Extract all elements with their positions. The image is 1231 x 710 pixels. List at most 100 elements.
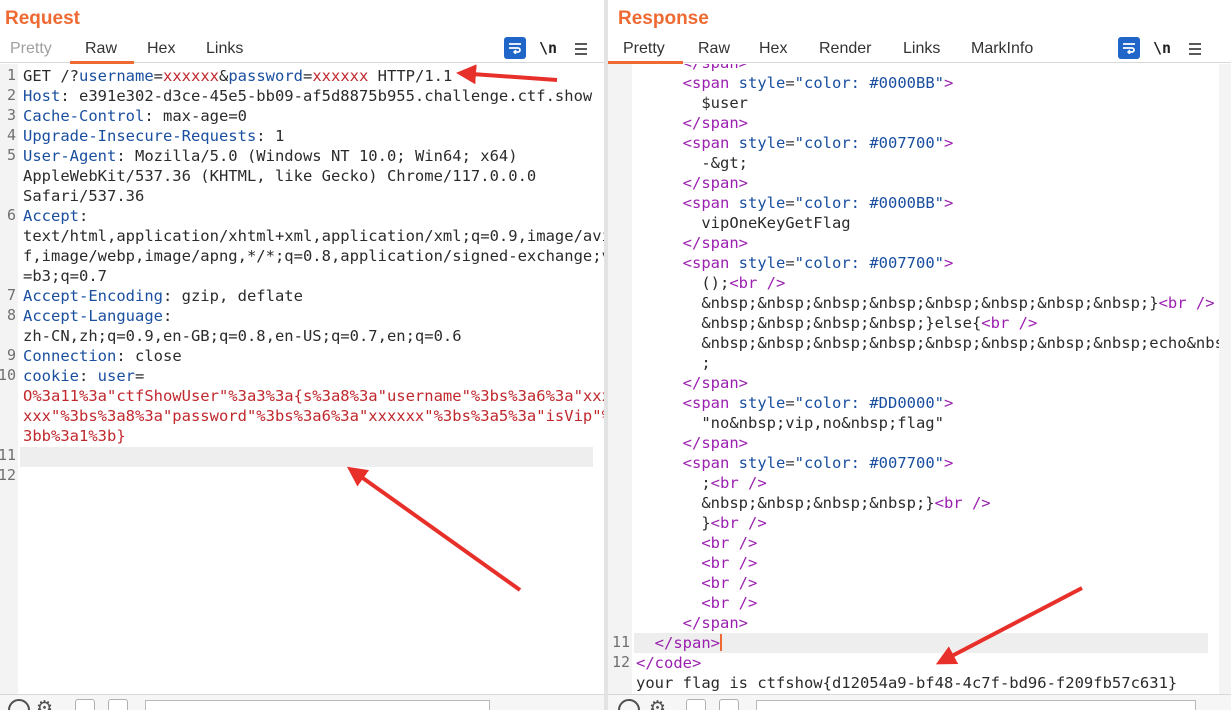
tab-links[interactable]: Links <box>206 40 243 58</box>
code-line: 3bb%3a1%3b} <box>23 426 604 446</box>
code-token: user <box>97 367 135 385</box>
code-token: AppleWebKit/537.36 (KHTML, like Gecko) C… <box>23 167 537 185</box>
code-token: = <box>785 194 795 212</box>
code-token: "color: #0000BB" <box>794 74 944 92</box>
code-line: $user <box>636 93 1220 113</box>
arrow-right-icon[interactable] <box>719 699 739 710</box>
code-line: "no&nbsp;vip,no&nbsp;flag" <box>636 413 1220 433</box>
code-line: GET /?username=xxxxxx&password=xxxxxx HT… <box>23 66 604 86</box>
code-token: -&gt; <box>636 154 748 172</box>
code-token: "color: #007700" <box>794 134 944 152</box>
code-token: Accept <box>23 207 79 225</box>
code-token: <span <box>636 254 739 272</box>
tab-pretty[interactable]: Pretty <box>623 40 665 58</box>
code-token: : <box>162 307 173 325</box>
tab-raw[interactable]: Raw <box>698 40 730 58</box>
code-line: </span> <box>636 373 1220 393</box>
code-token: </code> <box>636 654 702 672</box>
help-icon[interactable] <box>618 699 640 710</box>
line-number: 3 <box>6 106 16 124</box>
code-line: <span style="color: #0000BB"> <box>636 73 1220 93</box>
line-number: 8 <box>6 306 16 324</box>
arrow-left-icon[interactable] <box>686 699 706 710</box>
request-editor[interactable]: 1 2 3 4 5 6 7 8 9 10 11 12 GET /?username=xxxxxx&pa… <box>0 64 604 694</box>
code-token: "color: #007700" <box>794 254 944 272</box>
code-line: Connection: close <box>23 346 604 366</box>
menu-icon[interactable] <box>570 37 592 59</box>
code-token: User-Agent <box>23 147 117 165</box>
request-code[interactable]: GET /?username=xxxxxx&password=xxxxxx HT… <box>23 66 604 486</box>
show-newlines-button[interactable]: \n <box>537 37 559 59</box>
code-token: (); <box>636 274 730 292</box>
search-input[interactable] <box>145 700 490 710</box>
code-token: text/html,application/xhtml+xml,applicat… <box>23 227 604 245</box>
code-token: </span> <box>636 234 748 252</box>
line-number: 5 <box>6 146 16 164</box>
code-token: > <box>943 254 954 272</box>
code-token: <span <box>636 454 739 472</box>
tab-hex[interactable]: Hex <box>759 40 787 58</box>
wrap-lines-icon[interactable] <box>1118 37 1140 59</box>
code-token: username <box>79 67 154 85</box>
search-input[interactable] <box>756 700 1196 710</box>
code-line: ; <box>636 353 1220 373</box>
tab-render[interactable]: Render <box>819 40 871 58</box>
code-token: &nbsp;&nbsp;&nbsp;&nbsp;&nbsp;&nbsp;&nbs… <box>636 334 1220 352</box>
code-token: style <box>738 194 786 212</box>
code-line: -&gt; <box>636 153 1220 173</box>
code-token: : Mozilla/5.0 (Windows NT 10.0; Win64; x… <box>116 147 518 165</box>
line-gutter <box>608 64 632 694</box>
code-line: f,image/webp,image/apng,*/*;q=0.8,applic… <box>23 246 604 266</box>
code-line: User-Agent: Mozilla/5.0 (Windows NT 10.0… <box>23 146 604 166</box>
line-number: 11 <box>0 446 16 464</box>
line-number: 7 <box>6 286 16 304</box>
request-title: Request <box>5 8 80 29</box>
code-token: : <box>79 207 89 225</box>
code-token: </span> <box>636 64 748 72</box>
code-token: <br /> <box>710 474 767 492</box>
line-number: 1 <box>6 66 16 84</box>
tab-raw[interactable]: Raw <box>85 40 117 58</box>
code-token: Upgrade-Insecure-Requests <box>23 127 257 145</box>
code-token: > <box>943 194 954 212</box>
settings-icon[interactable]: ⚙ <box>649 698 666 710</box>
settings-icon[interactable]: ⚙ <box>36 698 53 710</box>
code-token: O%3a11%3a"ctfShowUser"%3a3%3a{s%3a8%3a"u… <box>23 387 604 405</box>
tab-markinfo[interactable]: MarkInfo <box>971 40 1033 58</box>
code-token: <br /> <box>710 514 767 532</box>
vertical-scrollbar[interactable] <box>1219 64 1231 694</box>
code-token: &nbsp;&nbsp;&nbsp;&nbsp;}else{ <box>636 314 982 332</box>
request-panel: Request Pretty Raw Hex Links \n 12345678… <box>0 0 604 710</box>
tab-hex[interactable]: Hex <box>147 40 175 58</box>
code-token: : <box>79 367 98 385</box>
code-token: GET /? <box>23 67 79 85</box>
show-newlines-button[interactable]: \n <box>1151 37 1173 59</box>
code-token: = <box>785 74 795 92</box>
code-token: <span <box>636 394 739 412</box>
menu-icon[interactable] <box>1184 37 1206 59</box>
code-token: =b3;q=0.7 <box>23 267 107 285</box>
code-line: AppleWebKit/537.36 (KHTML, like Gecko) C… <box>23 166 604 186</box>
code-token: xxxxxx <box>163 67 219 85</box>
code-token: <span <box>636 194 739 212</box>
code-line: </span> <box>636 233 1220 253</box>
code-token: : max-age=0 <box>144 107 247 125</box>
wrap-lines-icon[interactable] <box>504 37 526 59</box>
code-token: "color: #DD0000" <box>794 394 944 412</box>
help-icon[interactable] <box>8 699 30 710</box>
code-line: Host: e391e302-d3ce-45e5-bb09-af5d8875b9… <box>23 86 604 106</box>
code-line: &nbsp;&nbsp;&nbsp;&nbsp;&nbsp;&nbsp;&nbs… <box>636 333 1220 353</box>
arrow-left-icon[interactable] <box>75 699 95 710</box>
response-editor[interactable]: 1112 </span> <span style="color: #0000BB… <box>608 64 1220 694</box>
tab-pretty[interactable]: Pretty <box>10 40 52 58</box>
code-line: Cache-Control: max-age=0 <box>23 106 604 126</box>
code-token: style <box>738 74 786 92</box>
code-token: style <box>738 134 786 152</box>
response-code[interactable]: </span> <span style="color: #0000BB"> $u… <box>636 64 1220 693</box>
code-line: &nbsp;&nbsp;&nbsp;&nbsp;&nbsp;&nbsp;&nbs… <box>636 293 1220 313</box>
tab-links[interactable]: Links <box>903 40 940 58</box>
arrow-right-icon[interactable] <box>108 699 128 710</box>
code-token: } <box>636 514 711 532</box>
line-number: 2 <box>6 86 16 104</box>
code-line: &nbsp;&nbsp;&nbsp;&nbsp;}else{<br /> <box>636 313 1220 333</box>
